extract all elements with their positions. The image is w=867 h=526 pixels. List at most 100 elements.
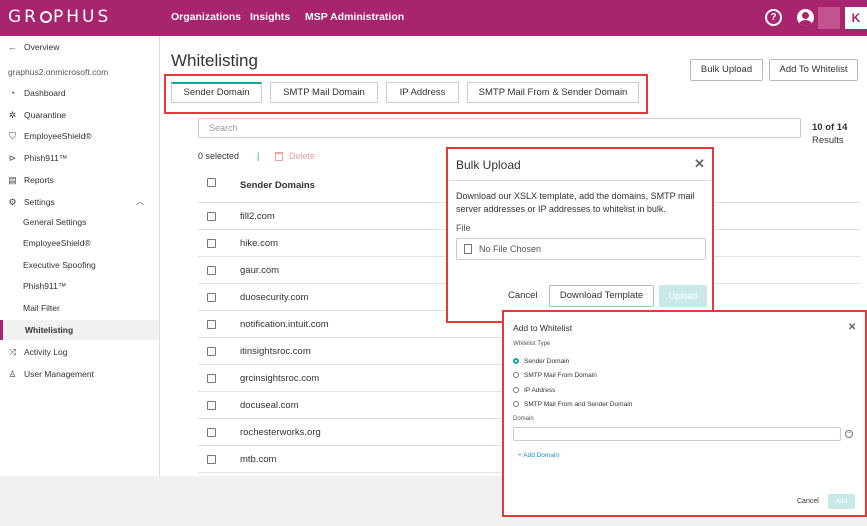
row-checkbox[interactable] [207, 293, 216, 302]
tab-ip-address[interactable]: IP Address [386, 82, 459, 103]
column-header-sender-domains[interactable]: Sender Domains [240, 180, 315, 191]
tab-smtp-mail-domain[interactable]: SMTP Mail Domain [270, 82, 378, 103]
activity-icon: ⤨ [8, 347, 17, 357]
row-checkbox[interactable] [207, 212, 216, 221]
table-row[interactable]: itinsightsroc.com [240, 346, 311, 357]
select-all-checkbox[interactable] [207, 178, 216, 187]
radio-smtp-mail-from-domain[interactable] [513, 372, 519, 378]
sidebar-item-employeeshield[interactable]: ⛉ EmployeeShield® [0, 126, 159, 146]
sidebar-item-label: Mail Filter [23, 303, 60, 313]
avatar[interactable] [818, 7, 840, 29]
sidebar-item-user-management[interactable]: ♙ User Management [0, 364, 159, 384]
sidebar-item-label: Overview [24, 42, 60, 52]
brand-tile-icon[interactable]: K [845, 7, 867, 29]
results-label: Results [812, 135, 844, 146]
graphus-logo[interactable]: GR PHUS [8, 7, 111, 27]
sidebar-subitem-mail-filter[interactable]: Mail Filter [0, 298, 159, 318]
gear-icon: ⚙ [8, 197, 17, 207]
tab-smtp-mail-from-sender-domain[interactable]: SMTP Mail From & Sender Domain [467, 82, 639, 103]
sidebar-item-phish911[interactable]: ⊳ Phish911™ [0, 148, 159, 168]
trash-icon[interactable] [275, 152, 283, 161]
table-row[interactable]: mtb.com [240, 454, 276, 465]
cancel-button[interactable]: Cancel [508, 290, 538, 301]
sidebar-item-label: Activity Log [24, 347, 68, 357]
table-row[interactable]: rochesterworks.org [240, 427, 321, 438]
close-icon[interactable]: ✕ [694, 156, 705, 172]
close-icon[interactable]: ✕ [848, 322, 856, 333]
row-checkbox[interactable] [207, 428, 216, 437]
sidebar-subitem-whitelisting[interactable]: Whitelisting [0, 320, 159, 340]
nav-msp-administration[interactable]: MSP Administration [305, 11, 404, 23]
row-checkbox[interactable] [207, 266, 216, 275]
radio-sender-domain[interactable] [513, 358, 519, 364]
sidebar-item-quarantine[interactable]: ✲ Quarantine [0, 105, 159, 125]
add-to-whitelist-button[interactable]: Add To Whitelist [769, 59, 858, 81]
results-count: 10 of 14 [812, 122, 848, 133]
dashboard-icon: ◔ [9, 88, 16, 98]
radio-smtp-mail-from-and-sender-domain[interactable] [513, 401, 519, 407]
sidebar-item-label: Phish911™ [23, 281, 67, 291]
sidebar-item-label: General Settings [23, 217, 87, 227]
sidebar-item-overview[interactable]: ← Overview [0, 37, 159, 57]
radio-label: IP Address [524, 387, 556, 394]
logo-text-start: GR [8, 7, 39, 27]
sidebar-subitem-phish911[interactable]: Phish911™ [0, 276, 159, 296]
table-row[interactable]: notification.intuit.com [240, 319, 329, 330]
row-checkbox[interactable] [207, 239, 216, 248]
reports-icon: ▤ [8, 175, 17, 185]
add-domain-link[interactable]: + Add Domain [518, 452, 559, 459]
nav-organizations[interactable]: Organizations [171, 11, 241, 23]
user-account-icon[interactable] [797, 9, 814, 26]
add-to-whitelist-modal: Add to Whitelist ✕ Whitelist Type Sender… [502, 310, 867, 517]
bulk-upload-button[interactable]: Bulk Upload [690, 59, 763, 81]
row-checkbox[interactable] [207, 401, 216, 410]
divider [448, 180, 712, 181]
sidebar-item-activity-log[interactable]: ⤨ Activity Log [0, 342, 159, 362]
file-label: File [456, 223, 471, 233]
table-row[interactable]: fill2.com [240, 211, 275, 222]
sidebar-item-label: EmployeeShield® [23, 238, 91, 248]
remove-circle-icon[interactable]: − [845, 430, 853, 438]
sidebar-subitem-general-settings[interactable]: General Settings [0, 212, 159, 232]
sidebar-item-label: Phish911™ [24, 153, 68, 163]
row-checkbox[interactable] [207, 374, 216, 383]
sidebar-item-label: Settings [24, 197, 55, 207]
sidebar-item-label: User Management [24, 369, 94, 379]
table-row[interactable]: docuseal.com [240, 400, 299, 411]
radio-ip-address[interactable] [513, 387, 519, 393]
sidebar-item-dashboard[interactable]: ◔ Dashboard [0, 83, 159, 103]
domain-input[interactable] [513, 427, 841, 441]
domain-label: Domain [513, 416, 534, 422]
delete-button[interactable]: Delete [289, 151, 315, 161]
top-navbar: GR PHUS Organizations Insights MSP Admini… [0, 0, 867, 36]
nav-insights[interactable]: Insights [250, 11, 290, 23]
phish-icon: ⊳ [8, 153, 17, 163]
sidebar-item-reports[interactable]: ▤ Reports [0, 170, 159, 190]
table-row[interactable]: gaur.com [240, 265, 279, 276]
search-input[interactable]: Search [198, 118, 801, 138]
sidebar-subitem-executive-spoofing[interactable]: Executive Spoofing [0, 255, 159, 275]
tab-sender-domain[interactable]: Sender Domain [171, 82, 262, 103]
sidebar-item-settings[interactable]: ⚙ Settings ︿ [0, 192, 159, 212]
upload-button[interactable]: Upload [659, 285, 707, 307]
row-checkbox[interactable] [207, 455, 216, 464]
row-checkbox[interactable] [207, 347, 216, 356]
table-row[interactable]: duosecurity.com [240, 292, 308, 303]
file-input[interactable]: No File Chosen [456, 238, 706, 260]
row-checkbox[interactable] [207, 320, 216, 329]
logo-ring-icon [40, 11, 52, 23]
add-button[interactable]: Add [828, 494, 855, 509]
radio-label: Sender Domain [524, 358, 570, 365]
sidebar-subitem-employeeshield[interactable]: EmployeeShield® [0, 233, 159, 253]
radio-label: SMTP Mail From and Sender Domain [524, 401, 633, 408]
download-template-button[interactable]: Download Template [549, 285, 654, 307]
table-row[interactable]: hike.com [240, 238, 278, 249]
sidebar: ← Overview graphus2.onmicrosoft.com ◔ Da… [0, 36, 160, 476]
whitelist-type-label: Whitelist Type [513, 341, 551, 347]
cancel-button[interactable]: Cancel [797, 498, 819, 505]
table-row[interactable]: grcinsightsroc.com [240, 373, 319, 384]
tenant-name: graphus2.onmicrosoft.com [8, 67, 109, 77]
shield-icon: ⛉ [9, 131, 16, 141]
help-icon[interactable]: ? [765, 9, 782, 26]
sidebar-item-label: Whitelisting [25, 325, 74, 335]
